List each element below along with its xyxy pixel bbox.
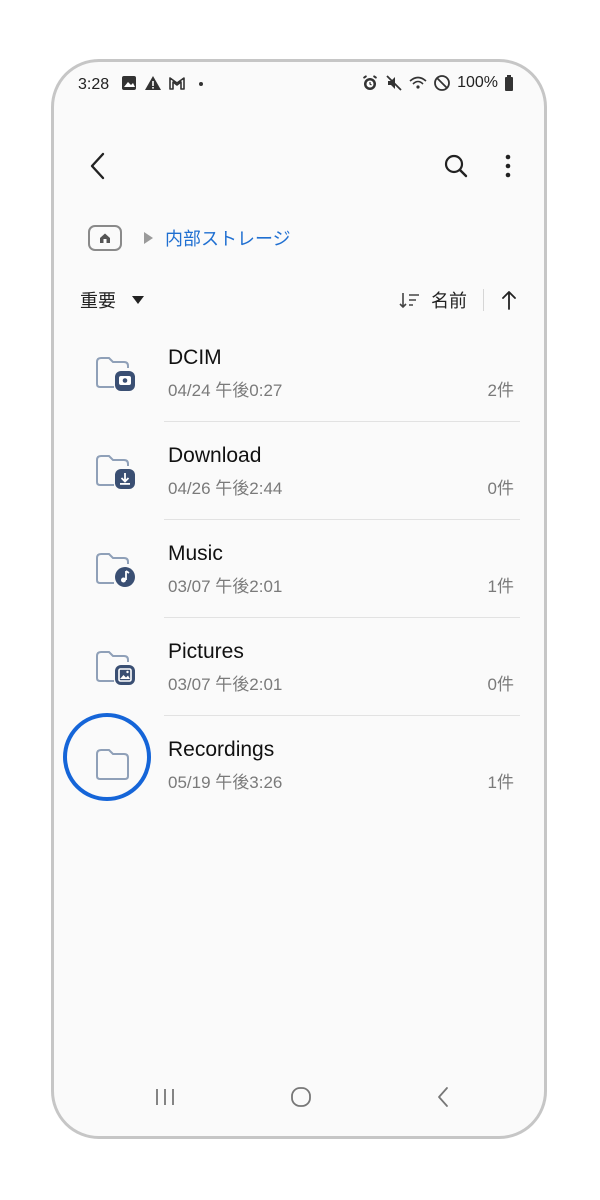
battery-icon <box>504 74 514 92</box>
sort-direction-button[interactable] <box>500 289 518 311</box>
filter-dropdown[interactable]: 重要 <box>80 286 144 314</box>
highlight-ring <box>63 713 151 801</box>
status-bar: 3:28 100% <box>54 62 544 110</box>
file-count: 2件 <box>487 381 514 400</box>
file-count: 0件 <box>487 675 514 694</box>
file-name: Pictures <box>168 640 244 663</box>
sort-divider <box>483 289 484 311</box>
sort-icon <box>399 293 419 309</box>
navigation-bar <box>54 1056 544 1136</box>
file-count: 1件 <box>487 577 514 596</box>
home-circle-icon <box>291 1087 311 1107</box>
list-item[interactable]: Music 03/07 午後2:01 1件 <box>54 520 544 618</box>
file-date: 05/19 午後3:26 <box>168 773 283 792</box>
breadcrumb-current[interactable]: 内部ストレージ <box>165 225 291 251</box>
list-item[interactable]: Download 04/26 午後2:44 0件 <box>54 422 544 520</box>
gallery-icon <box>120 74 138 92</box>
sort-controls: 名前 <box>399 286 518 314</box>
dot-icon <box>192 74 210 92</box>
recent-apps-button[interactable] <box>150 1082 180 1112</box>
music-folder-icon <box>94 550 138 590</box>
mute-icon <box>385 74 403 92</box>
back-button[interactable] <box>80 148 116 184</box>
status-left-icons <box>120 74 210 92</box>
file-count: 0件 <box>487 479 514 498</box>
search-button[interactable] <box>438 148 474 184</box>
list-item[interactable]: Pictures 03/07 午後2:01 0件 <box>54 618 544 716</box>
filter-label: 重要 <box>80 291 116 311</box>
phone-frame: 3:28 100% 内部ストレージ 重要 名前 DCIM 04/24 午後0:2… <box>51 59 547 1139</box>
file-count: 1件 <box>487 773 514 792</box>
list-item[interactable]: DCIM 04/24 午後0:27 2件 <box>54 324 544 422</box>
breadcrumb-arrow-icon <box>144 232 153 244</box>
file-name: Recordings <box>168 738 275 761</box>
pictures-folder-icon <box>94 648 138 688</box>
dnd-icon <box>433 74 451 92</box>
warning-icon <box>144 74 162 92</box>
camera-folder-icon <box>94 354 138 394</box>
file-date: 04/26 午後2:44 <box>168 479 283 498</box>
file-name: Download <box>168 444 262 467</box>
download-folder-icon <box>94 452 138 492</box>
battery-percentage: 100% <box>457 74 498 91</box>
gmail-icon <box>168 74 186 92</box>
sort-order-button[interactable]: 名前 <box>399 287 467 313</box>
sort-field-label: 名前 <box>431 291 467 311</box>
file-date: 03/07 午後2:01 <box>168 675 283 694</box>
arrow-up-icon <box>502 291 516 310</box>
recent-apps-icon <box>156 1089 174 1105</box>
wifi-icon <box>409 74 427 92</box>
file-name: DCIM <box>168 346 222 369</box>
file-date: 03/07 午後2:01 <box>168 577 283 596</box>
more-options-button[interactable] <box>490 148 526 184</box>
home-button[interactable] <box>88 225 122 251</box>
chevron-left-icon <box>90 152 105 180</box>
file-date: 04/24 午後0:27 <box>168 381 283 400</box>
nav-home-button[interactable] <box>286 1082 316 1112</box>
breadcrumb: 内部ストレージ <box>88 222 291 254</box>
back-icon <box>438 1087 448 1107</box>
status-time: 3:28 <box>78 76 110 93</box>
caret-down-icon <box>132 296 144 304</box>
home-icon <box>100 233 110 243</box>
file-name: Music <box>168 542 223 565</box>
nav-back-button[interactable] <box>428 1082 458 1112</box>
alarm-icon <box>361 74 379 92</box>
more-vertical-icon <box>505 154 511 178</box>
search-icon <box>444 154 468 178</box>
status-right: 100% <box>361 74 514 92</box>
